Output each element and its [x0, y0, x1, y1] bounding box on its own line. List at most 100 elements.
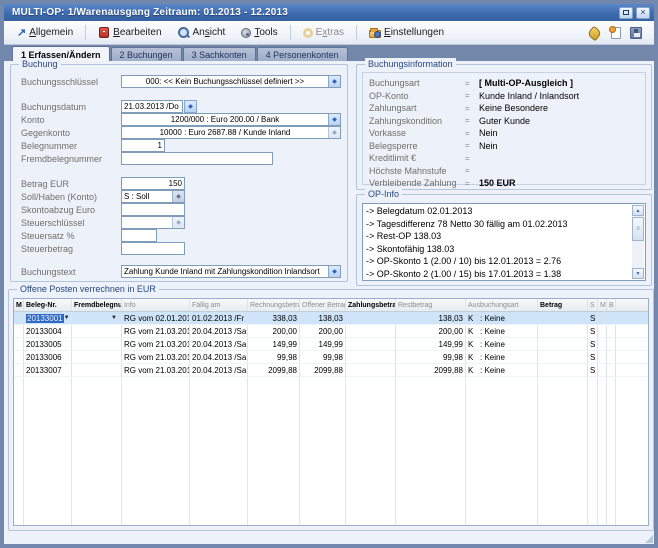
close-button[interactable]: × — [636, 7, 650, 19]
content-area: Buchung Buchungsschlüssel 000: << Kein B… — [4, 61, 654, 544]
tab-personenkonten[interactable]: 4 Personenkonten — [257, 47, 348, 61]
menu-bar: ↗ Allgemein Bearbeiten Ansicht Tools Ext… — [4, 21, 654, 45]
steuerschluessel-label: Steuerschlüssel — [21, 218, 121, 228]
toolbar-right — [589, 27, 646, 39]
skontoabzug-field[interactable] — [121, 203, 185, 216]
beleg-cell[interactable]: 20133001▼ — [24, 312, 72, 324]
table-row[interactable]: 20133001▼ ▼ RG vom 02.01.2013 01.02.2013… — [14, 312, 648, 325]
scroll-up-icon[interactable]: ▲ — [632, 205, 644, 216]
buchungsdatum-field[interactable] — [121, 100, 183, 113]
fremdbelegnummer-field[interactable] — [121, 152, 273, 165]
menu-allgemein[interactable]: ↗ Allgemein — [10, 24, 80, 42]
steuersatz-field[interactable] — [121, 229, 157, 242]
title-bar[interactable]: MULTI-OP: 1/Warenausgang Zeitraum: 01.20… — [4, 4, 654, 21]
steuerbetrag-label: Steuerbetrag — [21, 244, 121, 254]
resize-grip[interactable] — [645, 535, 653, 543]
arrow-ne-icon: ↗ — [17, 27, 26, 39]
belegnummer-label: Belegnummer — [21, 141, 121, 151]
app-window: MULTI-OP: 1/Warenausgang Zeitraum: 01.20… — [0, 0, 658, 548]
offene-posten-group-title: Offene Posten verrechnen in EUR — [17, 283, 159, 295]
betrag-eur-field[interactable] — [121, 177, 185, 190]
menu-extras: Extras — [296, 24, 351, 41]
table-row[interactable]: 20133006 RG vom 21.03.2013 20.04.2013 /S… — [14, 351, 648, 364]
op-info-line: -> Rg-Skonto 1 (2.00 / 10) bis 12.01.201… — [366, 280, 629, 281]
op-info-list[interactable]: -> Belegdatum 02.01.2013 -> Tagesdiffere… — [362, 203, 646, 281]
buchungsschluessel-select[interactable]: 000: << Kein Buchungsschlüssel definiert… — [121, 75, 341, 88]
menu-separator — [290, 25, 291, 40]
buchungsdatum-label: Buchungsdatum — [21, 102, 121, 112]
restore-icon — [623, 10, 629, 15]
combo-arrows-icon[interactable]: ◆ — [328, 266, 340, 277]
menu-bearbeiten[interactable]: Bearbeiten — [91, 24, 168, 41]
table-row[interactable]: 20133004 RG vom 21.03.2013 20.04.2013 /S… — [14, 325, 648, 338]
tab-buchungen[interactable]: 2 Buchungen — [111, 47, 182, 61]
dropdown-arrow-icon[interactable]: ▼ — [64, 315, 72, 321]
buchungsinformation-box: Buchungsart=[ Multi-OP-Ausgleich ] OP-Ko… — [362, 72, 646, 185]
fremd-cell[interactable]: ▼ — [72, 312, 122, 324]
gegenkonto-select[interactable]: 10000 : Euro 2687.88 / Kunde Inland ◆ — [121, 126, 341, 139]
zahlungsart-value: Keine Besondere — [479, 103, 548, 113]
combo-arrows-icon[interactable]: ◆ — [172, 191, 184, 202]
menu-einstellungen[interactable]: Einstellungen — [362, 24, 451, 41]
gear-icon — [241, 28, 251, 38]
op-info-group: OP-Info -> Belegdatum 02.01.2013 -> Tage… — [356, 194, 652, 286]
table-empty-area — [14, 377, 648, 525]
buchung-group: Buchung Buchungsschlüssel 000: << Kein B… — [10, 64, 348, 282]
table-row[interactable]: 20133007 RG vom 21.03.2013 20.04.2013 /S… — [14, 364, 648, 377]
op-info-line: -> Skontofähig 138.03 — [366, 243, 629, 256]
offene-posten-group: Offene Posten verrechnen in EUR M Beleg-… — [8, 289, 654, 531]
konto-select[interactable]: 1200/000 : Euro 200.00 / Bank ◆ — [121, 113, 341, 126]
settings-folder-icon — [369, 30, 381, 38]
buchung-group-title: Buchung — [19, 58, 61, 70]
menu-ansicht[interactable]: Ansicht — [171, 24, 233, 42]
op-info-line: -> Belegdatum 02.01.2013 — [366, 205, 629, 218]
buchungsinformation-group: Buchungsinformation Buchungsart=[ Multi-… — [356, 64, 652, 190]
date-spinner-icon[interactable]: ◆ — [184, 100, 197, 113]
soll-haben-label: Soll/Haben (Konto) — [21, 192, 121, 202]
window-title: MULTI-OP: 1/Warenausgang Zeitraum: 01.20… — [12, 7, 616, 18]
scroll-thumb[interactable]: ≡ — [632, 217, 644, 241]
menu-separator — [85, 25, 86, 40]
menu-separator — [356, 25, 357, 40]
op-info-line: -> OP-Skonto 1 (2.00 / 10) bis 12.01.201… — [366, 255, 629, 268]
menu-tools[interactable]: Tools — [234, 24, 284, 41]
new-document-icon[interactable] — [611, 27, 621, 39]
table-row[interactable]: 20133005 RG vom 21.03.2013 20.04.2013 /S… — [14, 338, 648, 351]
buchungsschluessel-label: Buchungsschlüssel — [21, 77, 121, 87]
magnifier-icon — [178, 27, 190, 39]
tab-strip: 1 Erfassen/Ändern 2 Buchungen 3 Sachkont… — [4, 45, 654, 61]
belegnummer-field[interactable] — [121, 139, 165, 152]
steuerschluessel-select[interactable]: ◆ — [121, 216, 185, 229]
scroll-down-icon[interactable]: ▼ — [632, 268, 644, 279]
combo-arrows-icon[interactable]: ◆ — [328, 76, 340, 87]
restore-button[interactable] — [619, 7, 633, 19]
save-icon[interactable] — [630, 27, 642, 39]
belegsperre-value: Nein — [479, 141, 498, 151]
combo-arrows-icon[interactable]: ◆ — [328, 127, 340, 138]
op-info-line: -> Rest-OP 138.03 — [366, 230, 629, 243]
buchungstext-select[interactable]: Zahlung Kunde Inland mit Zahlungskonditi… — [121, 265, 341, 278]
table-header-row: M Beleg-Nr. Fremdbelegnummer Info Fällig… — [14, 299, 648, 312]
buchungstext-label: Buchungstext — [21, 267, 121, 277]
op-info-group-title: OP-Info — [365, 188, 402, 200]
fremdbelegnummer-label: Fremdbelegnummer — [21, 154, 121, 164]
steuersatz-label: Steuersatz % — [21, 231, 121, 241]
konto-label: Konto — [21, 115, 121, 125]
op-konto-value: Kunde Inland / Inlandsort — [479, 91, 579, 101]
brush-icon[interactable] — [587, 25, 602, 40]
op-info-line: -> OP-Skonto 2 (1.00 / 15) bis 17.01.201… — [366, 268, 629, 281]
scroll-track[interactable] — [632, 241, 644, 268]
verbleibende-zahlung-value: 150 EUR — [479, 178, 516, 188]
skontoabzug-label: Skontoabzug Euro — [21, 205, 121, 215]
dropdown-arrow-icon[interactable]: ▼ — [111, 315, 119, 321]
op-info-scrollbar[interactable]: ▲ ≡ ▼ — [632, 205, 644, 279]
combo-arrows-icon[interactable]: ◆ — [172, 217, 184, 228]
vorkasse-value: Nein — [479, 128, 498, 138]
buchungsinformation-group-title: Buchungsinformation — [365, 58, 456, 70]
lifebuoy-icon — [303, 28, 313, 38]
steuerbetrag-field[interactable] — [121, 242, 185, 255]
soll-haben-select[interactable]: S : Soll ◆ — [121, 190, 185, 203]
tab-sachkonten[interactable]: 3 Sachkonten — [183, 47, 256, 61]
book-icon — [99, 27, 109, 38]
combo-arrows-icon[interactable]: ◆ — [328, 114, 340, 125]
